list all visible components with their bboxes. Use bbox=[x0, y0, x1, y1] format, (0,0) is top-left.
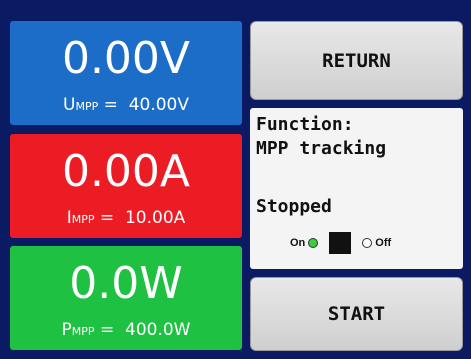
current-panel[interactable]: 0.00A IMPP = 10.00A bbox=[10, 134, 242, 238]
voltage-panel[interactable]: 0.00V UMPP = 40.00V bbox=[10, 21, 242, 125]
current-mpp-value: 10.00A bbox=[124, 208, 186, 228]
radio-off-label: Off bbox=[375, 237, 392, 249]
function-label: Function: bbox=[256, 114, 354, 135]
current-mpp-label: IMPP bbox=[66, 208, 95, 228]
function-info-panel: Function: MPP tracking Stopped On Off bbox=[250, 108, 463, 269]
voltage-mpp-label: UMPP bbox=[63, 95, 99, 115]
current-mpp-setpoint: IMPP = 10.00A bbox=[66, 208, 186, 228]
voltage-actual-value: 0.00V bbox=[61, 33, 191, 84]
return-button-label: RETURN bbox=[322, 49, 391, 72]
power-panel[interactable]: 0.0W PMPP = 400.0W bbox=[10, 246, 242, 350]
status-text: Stopped bbox=[256, 196, 332, 217]
power-mpp-label: PMPP bbox=[61, 320, 95, 340]
mode-radio-group: On Off bbox=[290, 232, 391, 254]
radio-on[interactable] bbox=[308, 238, 319, 248]
function-value: MPP tracking bbox=[256, 138, 387, 159]
power-actual-value: 0.0W bbox=[69, 258, 183, 309]
radio-on-label: On bbox=[290, 237, 306, 249]
radio-off[interactable] bbox=[362, 238, 373, 248]
power-mpp-setpoint: PMPP = 400.0W bbox=[61, 320, 191, 340]
current-actual-value: 0.00A bbox=[61, 146, 191, 197]
start-button-label: START bbox=[327, 303, 386, 325]
toggle-switch[interactable] bbox=[329, 232, 352, 254]
voltage-mpp-setpoint: UMPP = 40.00V bbox=[63, 95, 189, 115]
start-button[interactable]: START bbox=[250, 277, 463, 351]
return-button[interactable]: RETURN bbox=[250, 21, 463, 100]
power-mpp-value: 400.0W bbox=[125, 320, 191, 340]
voltage-mpp-value: 40.00V bbox=[128, 95, 189, 115]
